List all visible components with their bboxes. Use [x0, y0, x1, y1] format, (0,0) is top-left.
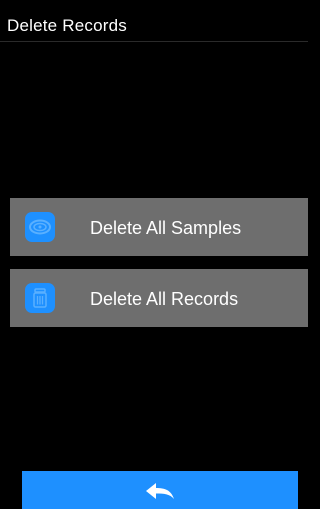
delete-all-samples-label: Delete All Samples: [90, 218, 242, 238]
trash-icon: [25, 283, 55, 313]
back-button[interactable]: [22, 471, 298, 509]
delete-all-samples-button[interactable]: Delete All Samples: [10, 198, 308, 256]
delete-all-records-label: Delete All Records: [90, 289, 239, 309]
title-bar: Delete Records: [0, 0, 308, 42]
delete-all-records-button[interactable]: Delete All Records: [10, 269, 308, 327]
samples-icon: [25, 212, 55, 242]
back-arrow-icon: [144, 480, 176, 502]
page-title: Delete Records: [7, 16, 127, 35]
